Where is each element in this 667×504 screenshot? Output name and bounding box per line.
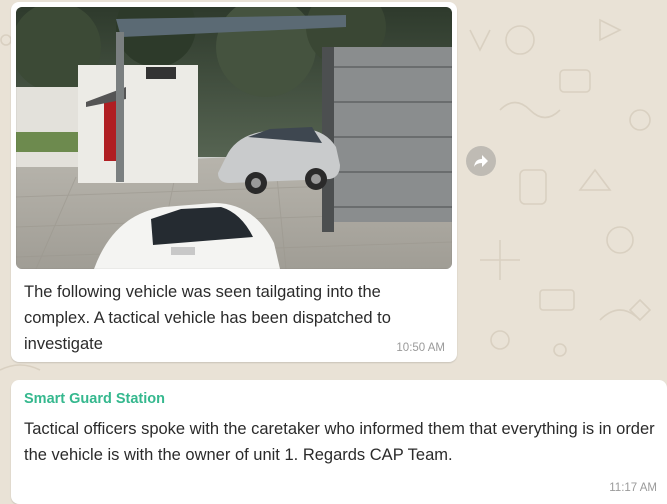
message-bubble-incoming[interactable]: Smart Guard Station Tactical officers sp… [11, 380, 667, 504]
message-timestamp: 11:17 AM [609, 482, 657, 494]
forward-icon [474, 155, 488, 167]
message-photo[interactable] [16, 7, 452, 269]
message-timestamp: 10:50 AM [396, 342, 445, 354]
message-text: Tactical officers spoke with the caretak… [24, 420, 655, 464]
message-text: The following vehicle was seen tailgatin… [24, 283, 391, 353]
forward-button[interactable] [466, 146, 496, 176]
cctv-still-image [16, 7, 452, 269]
message-bubble-incoming[interactable]: The following vehicle was seen tailgatin… [11, 2, 457, 362]
sender-name[interactable]: Smart Guard Station [24, 391, 165, 407]
